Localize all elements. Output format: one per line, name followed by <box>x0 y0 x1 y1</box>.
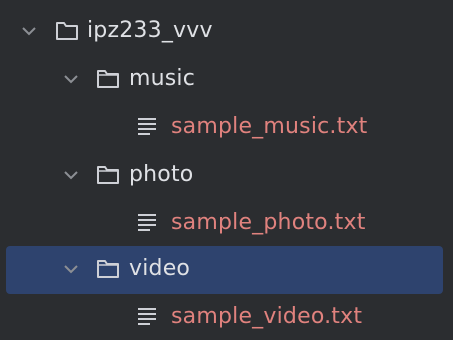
chevron-down-icon[interactable] <box>62 70 80 88</box>
project-tree: ipz233_vvv music sample_music.txt photo <box>0 0 453 340</box>
tree-node-file-sample-video[interactable]: sample_video.txt <box>0 294 453 340</box>
tree-node-root[interactable]: ipz233_vvv <box>0 8 453 56</box>
chevron-down-icon[interactable] <box>62 260 80 278</box>
tree-node-label: photo <box>129 162 194 187</box>
text-file-icon <box>138 118 156 135</box>
chevron-down-icon[interactable] <box>20 22 38 40</box>
tree-node-label: sample_photo.txt <box>171 210 366 235</box>
tree-node-label: video <box>129 256 191 281</box>
tree-node-file-sample-photo[interactable]: sample_photo.txt <box>0 200 453 248</box>
folder-icon <box>97 166 119 184</box>
tree-node-label: music <box>129 66 196 91</box>
text-file-icon <box>138 214 156 231</box>
folder-icon <box>97 70 119 88</box>
tree-node-folder-video[interactable]: video <box>6 246 443 294</box>
tree-node-label: ipz233_vvv <box>87 18 213 43</box>
tree-node-file-sample-music[interactable]: sample_music.txt <box>0 104 453 152</box>
tree-node-folder-photo[interactable]: photo <box>0 152 453 200</box>
tree-node-label: sample_music.txt <box>171 114 368 139</box>
text-file-icon <box>138 308 156 325</box>
folder-icon <box>56 22 78 40</box>
tree-node-folder-music[interactable]: music <box>0 56 453 104</box>
tree-node-label: sample_video.txt <box>171 304 363 329</box>
chevron-down-icon[interactable] <box>62 166 80 184</box>
folder-icon <box>97 260 119 278</box>
